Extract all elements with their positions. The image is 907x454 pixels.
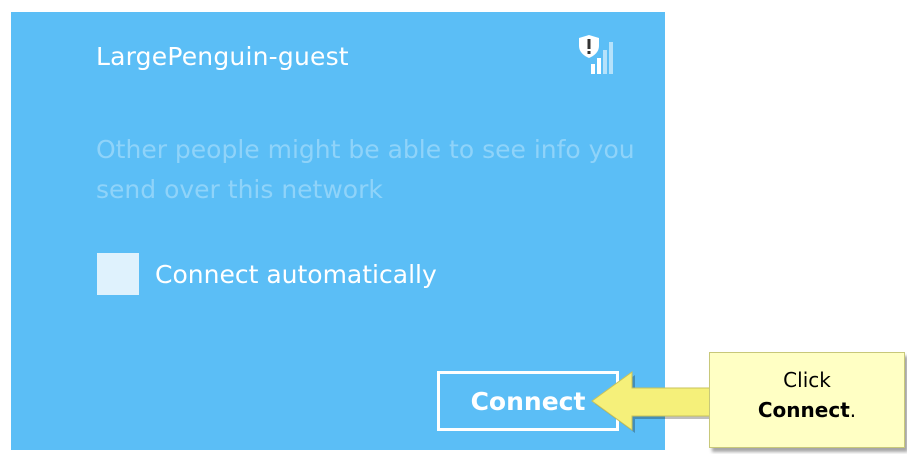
callout-line-1: Click <box>783 368 831 392</box>
connect-automatically-label: Connect automatically <box>155 259 437 289</box>
callout-bold-text: Connect <box>757 398 850 422</box>
instruction-callout: Click Connect. <box>709 352 905 448</box>
wifi-signal-warning-icon <box>579 35 613 74</box>
callout-pointer-arrow-icon <box>591 371 721 433</box>
connect-automatically-option[interactable]: Connect automatically <box>97 252 437 296</box>
network-flyout-panel: LargePenguin-guest Other people might be… <box>11 12 665 450</box>
screenshot-stage: LargePenguin-guest Other people might be… <box>0 0 907 454</box>
connect-automatically-checkbox[interactable] <box>97 253 139 295</box>
callout-suffix: . <box>849 398 857 422</box>
network-security-warning: Other people might be able to see info y… <box>96 135 635 204</box>
callout-line-2: Connect. <box>710 395 904 425</box>
network-name: LargePenguin-guest <box>96 42 349 71</box>
